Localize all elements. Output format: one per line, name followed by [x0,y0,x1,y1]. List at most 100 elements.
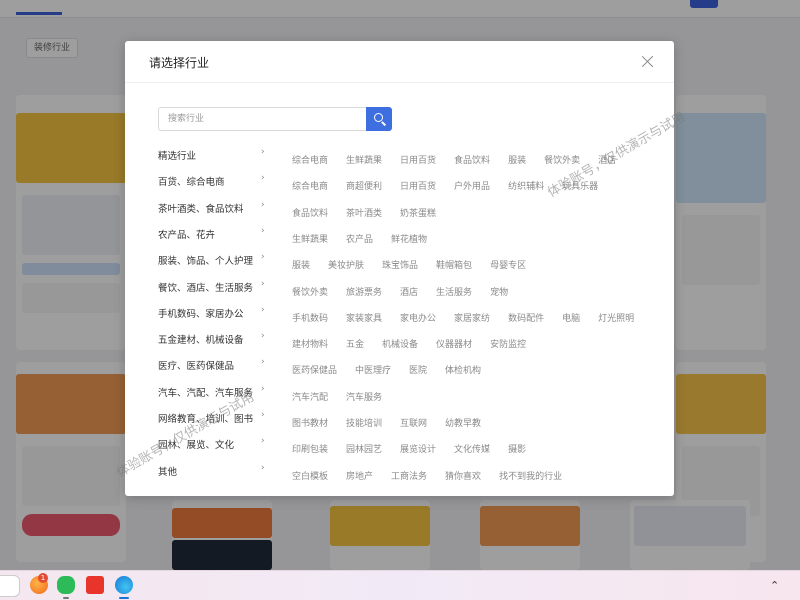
subcategory-item[interactable]: 母婴专区 [490,258,526,271]
start-button[interactable] [0,575,20,597]
subcategory-item[interactable]: 服装 [292,258,310,271]
subcategory-item[interactable]: 美妆护肤 [328,258,364,271]
subcategory-list: 餐饮外卖 旅游票务 酒店 生活服务 宠物 [292,280,526,299]
category-label[interactable]: 百货、综合电商 [158,174,225,188]
subcategory-item[interactable]: 幼教早教 [445,416,481,429]
subcategory-item[interactable]: 医院 [409,363,427,376]
subcategory-item[interactable]: 文化传媒 [454,442,490,455]
subcategory-item[interactable]: 服装 [508,153,526,166]
chevron-right-icon: › [261,410,265,420]
industry-row: 汽车、汽配、汽车服务 › 汽车汽配 汽车服务 [125,378,674,404]
subcategory-item[interactable]: 电脑 [562,311,580,324]
industry-row: 园林、展览、文化 › 印刷包装 园林园艺 展览设计 文化传媒 摄影 [125,430,674,456]
subcategory-item[interactable]: 摄影 [508,442,526,455]
wechat-icon[interactable] [57,576,75,594]
subcategory-item[interactable]: 五金 [346,337,364,350]
category-label[interactable]: 园林、展览、文化 [158,437,234,451]
industry-search-input[interactable] [158,107,366,131]
subcategory-item[interactable]: 猜你喜欢 [445,469,481,482]
subcategory-item[interactable]: 医药保健品 [292,363,337,376]
chevron-right-icon: › [261,173,265,184]
edge-icon[interactable] [115,576,133,594]
subcategory-item[interactable]: 鞋帽箱包 [436,258,472,271]
subcategory-item[interactable]: 手机数码 [292,311,328,324]
subcategory-item[interactable]: 酒店 [400,285,418,298]
subcategory-item[interactable]: 食品饮料 [292,206,328,219]
subcategory-item[interactable]: 家装家具 [346,311,382,324]
subcategory-item[interactable]: 中医理疗 [355,363,391,376]
subcategory-item[interactable]: 仪器器材 [436,337,472,350]
subcategory-item[interactable]: 机械设备 [382,337,418,350]
subcategory-item[interactable]: 汽车汽配 [292,390,328,403]
subcategory-item[interactable]: 园林园艺 [346,442,382,455]
subcategory-item[interactable]: 户外用品 [454,179,490,192]
subcategory-item[interactable]: 食品饮料 [454,153,490,166]
subcategory-item[interactable]: 综合电商 [292,179,328,192]
subcategory-item[interactable]: 生鲜蔬果 [346,153,382,166]
modal-title: 请选择行业 [149,56,210,70]
subcategory-item[interactable]: 生活服务 [436,285,472,298]
subcategory-item[interactable]: 找不到我的行业 [499,469,562,482]
subcategory-list: 服装 美妆护肤 珠宝饰品 鞋帽箱包 母婴专区 [292,253,544,272]
subcategory-item[interactable]: 空白模板 [292,469,328,482]
subcategory-item[interactable]: 餐饮外卖 [544,153,580,166]
subcategory-item[interactable]: 家电办公 [400,311,436,324]
subcategory-item[interactable]: 生鲜蔬果 [292,232,328,245]
chevron-right-icon: › [261,462,265,473]
subcategory-item[interactable]: 宠物 [490,285,508,298]
category-label[interactable]: 精选行业 [158,148,196,162]
subcategory-item[interactable]: 餐饮外卖 [292,285,328,298]
subcategory-item[interactable]: 珠宝饰品 [382,258,418,271]
subcategory-item[interactable]: 图书教材 [292,416,328,429]
search-button[interactable] [366,107,392,131]
subcategory-item[interactable]: 互联网 [400,416,427,429]
subcategory-item[interactable]: 工商法务 [391,469,427,482]
subcategory-item[interactable]: 展览设计 [400,442,436,455]
industry-row: 五金建材、机械设备 › 建材物料 五金 机械设备 仪器器材 安防监控 [125,325,674,351]
subcategory-item[interactable]: 房地产 [346,469,373,482]
subcategory-item[interactable]: 旅游票务 [346,285,382,298]
subcategory-item[interactable]: 建材物料 [292,337,328,350]
category-label[interactable]: 五金建材、机械设备 [158,332,244,346]
modal-header: 请选择行业 [125,41,674,83]
chevron-right-icon: › [261,357,265,368]
category-label[interactable]: 茶叶酒类、食品饮料 [158,201,244,215]
subcategory-item[interactable]: 纺织辅料 [508,179,544,192]
subcategory-item[interactable]: 商超便利 [346,179,382,192]
subcategory-item[interactable]: 汽车服务 [346,390,382,403]
category-label[interactable]: 汽车、汽配、汽车服务 [158,385,253,399]
industry-row: 餐饮、酒店、生活服务 › 餐饮外卖 旅游票务 酒店 生活服务 宠物 [125,273,674,299]
subcategory-item[interactable]: 技能培训 [346,416,382,429]
chevron-right-icon: › [261,304,265,315]
category-label[interactable]: 医疗、医药保健品 [158,358,234,372]
close-icon[interactable] [639,53,657,71]
subcategory-item[interactable]: 玩具乐器 [562,179,598,192]
subcategory-item[interactable]: 灯光照明 [598,311,634,324]
subcategory-item[interactable]: 奶茶蛋糕 [400,206,436,219]
wps-icon[interactable] [86,576,104,594]
subcategory-item[interactable]: 农产品 [346,232,373,245]
chevron-right-icon: › [261,199,265,210]
category-label[interactable]: 其他 [158,464,177,478]
subcategory-item[interactable]: 日用百货 [400,179,436,192]
subcategory-item[interactable]: 日用百货 [400,153,436,166]
category-label[interactable]: 网络教育、培训、图书 [158,411,253,425]
industry-row: 百货、综合电商 › 综合电商 商超便利 日用百货 户外用品 纺织辅料 玩具乐器 [125,167,674,193]
chevron-up-icon[interactable]: ⌃ [770,579,779,592]
industry-select-modal: 请选择行业 精选行业›综合电商生鲜蔬果日用百货食品饮料服装餐饮外卖酒店百货、综合… [125,41,674,496]
subcategory-item[interactable]: 家居家纺 [454,311,490,324]
subcategory-list: 手机数码 家装家具 家电办公 家居家纺 数码配件 电脑 灯光照明 [292,306,652,325]
category-label[interactable]: 手机数码、家居办公 [158,306,244,320]
subcategory-item[interactable]: 印刷包装 [292,442,328,455]
subcategory-item[interactable]: 体检机构 [445,363,481,376]
subcategory-item[interactable]: 数码配件 [508,311,544,324]
category-label[interactable]: 农产品、花卉 [158,227,215,241]
subcategory-item[interactable]: 酒店 [598,153,616,166]
chevron-right-icon: › [261,278,265,289]
category-label[interactable]: 服装、饰品、个人护理 [158,253,253,267]
subcategory-item[interactable]: 鲜花植物 [391,232,427,245]
category-label[interactable]: 餐饮、酒店、生活服务 [158,280,253,294]
subcategory-item[interactable]: 综合电商 [292,153,328,166]
subcategory-item[interactable]: 茶叶酒类 [346,206,382,219]
subcategory-item[interactable]: 安防监控 [490,337,526,350]
